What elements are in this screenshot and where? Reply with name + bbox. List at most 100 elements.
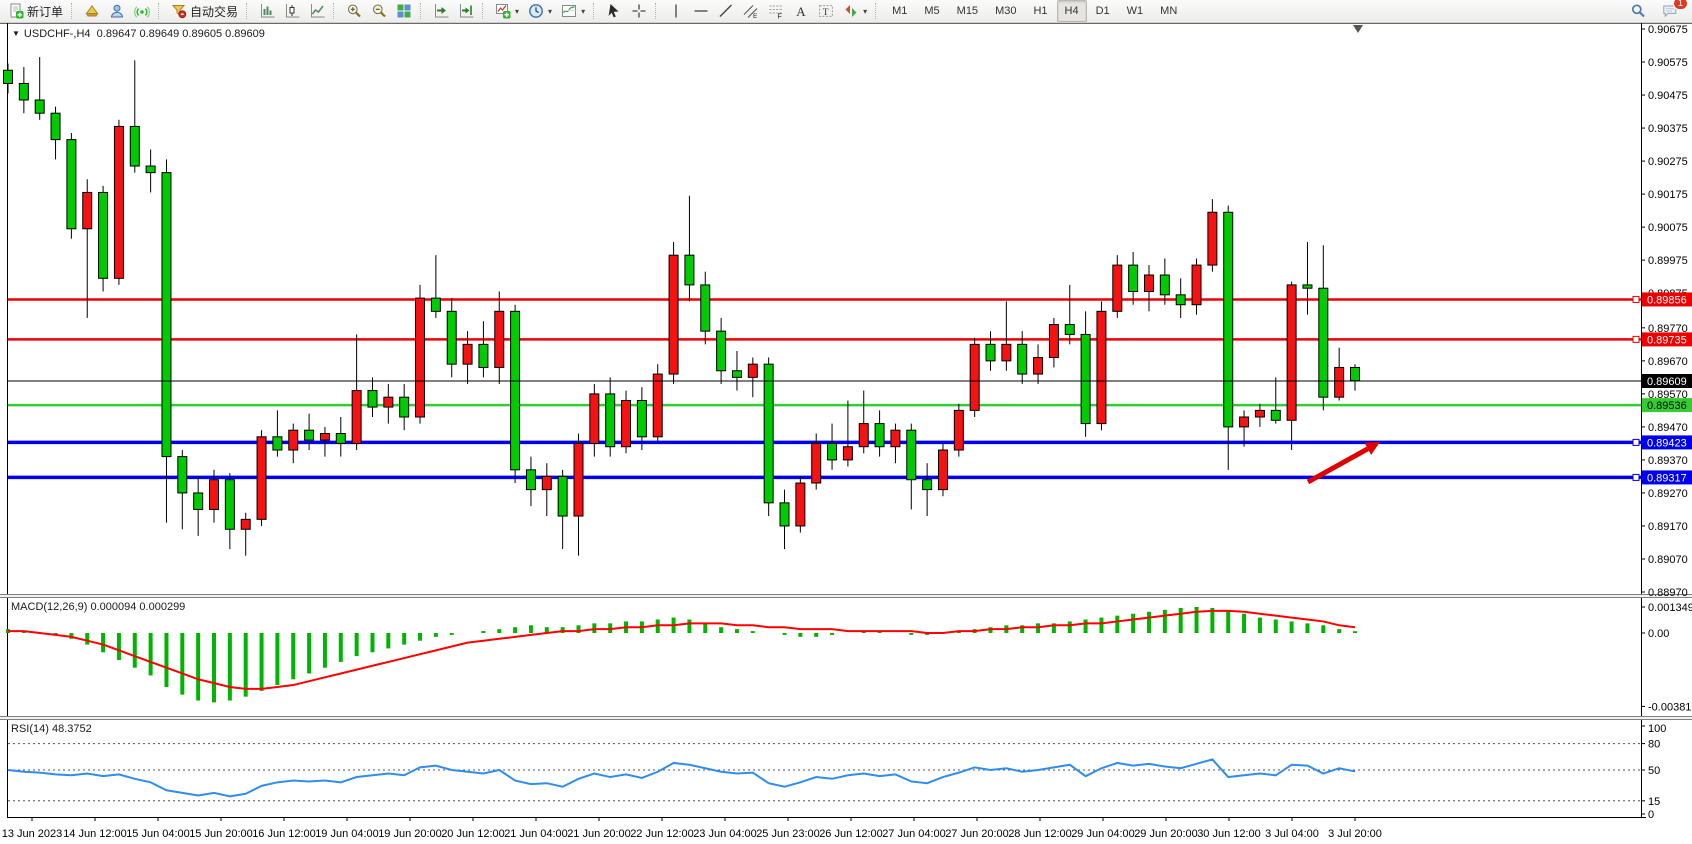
svg-text:0.90475: 0.90475	[1648, 90, 1688, 102]
chevron-down-icon[interactable]: ▾	[581, 7, 585, 16]
svg-text:E: E	[753, 13, 758, 19]
candle	[368, 391, 377, 408]
candle	[1271, 410, 1280, 420]
vline-icon[interactable]	[664, 0, 688, 22]
zoom-in-icon[interactable]	[342, 0, 366, 22]
candle	[305, 430, 314, 440]
candle	[685, 255, 694, 285]
market-icon[interactable]	[80, 0, 104, 22]
profiles-icon[interactable]: ▾	[524, 0, 556, 22]
vline-icon	[668, 3, 684, 19]
svg-text:3 Jul 04:00: 3 Jul 04:00	[1265, 828, 1319, 840]
text-icon[interactable]: A	[789, 0, 813, 22]
new-chart-icon[interactable]: ▾	[491, 0, 523, 22]
community-icon[interactable]	[105, 0, 129, 22]
price-badge-0.89317[interactable]: 0.89317	[1642, 470, 1692, 484]
autoscroll-icon[interactable]	[429, 0, 453, 22]
timeframe-d1-button[interactable]: D1	[1088, 0, 1118, 22]
price-badge-0.89735[interactable]: 0.89735	[1642, 332, 1692, 346]
price-badge-0.89856[interactable]: 0.89856	[1642, 292, 1692, 306]
bar-chart-icon	[259, 3, 275, 19]
candle	[1303, 285, 1312, 288]
candle	[701, 285, 710, 331]
svg-text:0.90575: 0.90575	[1648, 57, 1688, 69]
hline-handle[interactable]	[1633, 296, 1639, 302]
autoscroll-icon	[433, 3, 449, 19]
candle	[463, 344, 472, 364]
svg-text:0.89170: 0.89170	[1648, 521, 1688, 533]
candle	[717, 331, 726, 371]
svg-text:0.90275: 0.90275	[1648, 156, 1688, 168]
hline-handle[interactable]	[1633, 474, 1639, 480]
candle	[1224, 212, 1233, 427]
timeframe-mn-button[interactable]: MN	[1152, 0, 1185, 22]
candle	[590, 394, 599, 444]
label-icon[interactable]: T	[814, 0, 838, 22]
candle	[4, 70, 13, 83]
crosshair-icon[interactable]	[627, 0, 651, 22]
svg-text:0.001349: 0.001349	[1648, 602, 1692, 614]
timeframe-h1-button[interactable]: H1	[1025, 0, 1055, 22]
chart-shift-icon[interactable]	[454, 0, 478, 22]
candle	[574, 443, 583, 516]
timeframe-m30-button[interactable]: M30	[987, 0, 1024, 22]
new-order-button[interactable]: 新订单	[4, 0, 67, 22]
shapes-icon	[843, 3, 859, 19]
zoom-out-icon[interactable]	[367, 0, 391, 22]
toolbar: 新订单 自动交易 ▾ ▾ ▾ E FAT ▾ M1M5M15M30H1H4D1W1MN 1	[0, 0, 1692, 23]
button-label: 新订单	[27, 3, 63, 20]
hline-handle[interactable]	[1633, 439, 1639, 445]
fibonacci-icon: F	[768, 3, 784, 19]
channel-icon[interactable]: E	[739, 0, 763, 22]
svg-text:0.89975: 0.89975	[1648, 255, 1688, 267]
bar-chart-icon[interactable]	[255, 0, 279, 22]
svg-text:0.89423: 0.89423	[1647, 437, 1687, 449]
price-badge-0.89423[interactable]: 0.89423	[1642, 435, 1692, 449]
chevron-down-icon[interactable]: ▾	[548, 7, 552, 16]
line-chart-icon[interactable]	[305, 0, 329, 22]
chart-window[interactable]: 0.906750.905750.904750.903750.902750.901…	[0, 23, 1692, 844]
current-price-badge[interactable]: 0.89609	[1642, 374, 1692, 388]
chart-canvas[interactable]: 0.906750.905750.904750.903750.902750.901…	[0, 23, 1692, 844]
svg-text:26 Jun 12:00: 26 Jun 12:00	[819, 828, 883, 840]
indicators-icon[interactable]: ▾	[557, 0, 589, 22]
svg-text:0.90675: 0.90675	[1648, 24, 1688, 36]
timeframe-m15-button[interactable]: M15	[949, 0, 986, 22]
cursor-icon[interactable]	[602, 0, 626, 22]
hline-icon[interactable]	[689, 0, 713, 22]
timeframe-m5-button[interactable]: M5	[916, 0, 947, 22]
price-badge-0.89536[interactable]: 0.89536	[1642, 398, 1692, 412]
fibonacci-icon[interactable]: F	[764, 0, 788, 22]
svg-text:13 Jun 2023: 13 Jun 2023	[2, 828, 63, 840]
cursor-icon	[606, 3, 622, 19]
candle	[828, 443, 837, 460]
candle	[210, 480, 219, 510]
candle	[796, 483, 805, 526]
shapes-icon[interactable]: ▾	[839, 0, 871, 22]
chat-button[interactable]: 1	[1658, 0, 1682, 22]
search-button[interactable]	[1626, 0, 1650, 22]
candle	[352, 391, 361, 444]
candlestick-icon[interactable]	[280, 0, 304, 22]
candlestick-icon	[284, 3, 300, 19]
hline-handle[interactable]	[1633, 336, 1639, 342]
candle	[511, 311, 520, 469]
chevron-down-icon[interactable]: ▾	[863, 7, 867, 16]
chevron-down-icon[interactable]: ▾	[515, 7, 519, 16]
timeframe-m1-button[interactable]: M1	[884, 0, 915, 22]
svg-text:0: 0	[1648, 809, 1654, 821]
svg-text:T: T	[823, 8, 829, 18]
chart-shift-icon	[458, 3, 474, 19]
trendline-icon[interactable]	[714, 0, 738, 22]
timeframe-w1-button[interactable]: W1	[1119, 0, 1152, 22]
candle	[400, 397, 409, 417]
svg-text:22 Jun 12:00: 22 Jun 12:00	[630, 828, 694, 840]
timeframe-h4-button[interactable]: H4	[1057, 0, 1087, 22]
tile-windows-icon[interactable]	[392, 0, 416, 22]
candle	[447, 311, 456, 364]
svg-text:0.89070: 0.89070	[1648, 554, 1688, 566]
candle	[669, 255, 678, 374]
autotrade-button[interactable]: 自动交易	[167, 0, 242, 22]
profiles-icon	[528, 3, 544, 19]
signals-icon[interactable]	[130, 0, 154, 22]
